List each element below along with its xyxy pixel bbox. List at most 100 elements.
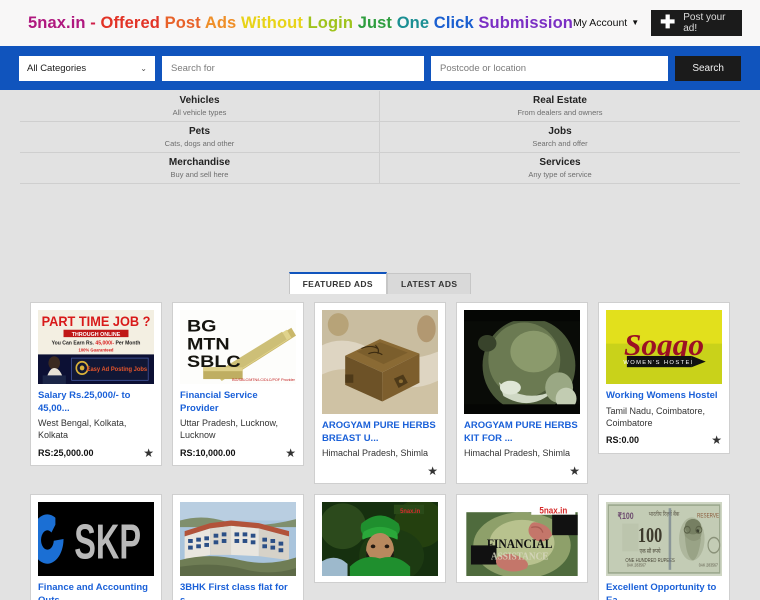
ad-title[interactable]: Salary Rs.25,000/- to 45,00... [38,390,154,415]
category-name: Merchandise [168,156,231,168]
ad-footer: ★ [464,464,580,477]
ad-price: RS:0.00 [606,435,640,446]
ad-location: Uttar Pradesh, Lucknow, Lucknow [180,418,279,441]
post-your-ad-label: Post your ad! [683,12,726,34]
tab-latest-ads[interactable]: LATEST ADS [387,273,472,294]
search-button[interactable]: Search [675,55,741,81]
header-actions: My Account ▼ ✚ Post your ad! [573,10,742,36]
post-your-ad-button[interactable]: ✚ Post your ad! [651,10,742,36]
site-title-part-1: - [85,13,101,32]
category-name: Services [539,156,581,168]
ad-title[interactable]: Finance and Accounting Outs... [38,582,154,600]
ad-title[interactable]: AROGYAM PURE HERBS BREAST U... [322,420,438,445]
ad-title[interactable]: 3BHK First class flat for s... [180,582,296,600]
chevron-down-icon: ▼ [631,18,640,27]
ad-thumbnail-hundred-rupee-note: ₹100 भारतीय रिज़र्व बैंक RESERVE 100 एक … [606,502,722,577]
svg-text:5nax.in: 5nax.in [539,505,567,515]
plus-icon: ✚ [660,12,676,32]
ad-location: Himachal Pradesh, Shimla [464,448,571,459]
ad-card[interactable]: SKP Finance and Accounting Outs...Mahara… [30,494,162,600]
category-name: Pets [188,125,211,137]
svg-text:Easy Ad Posting Jobs: Easy Ad Posting Jobs [87,367,148,373]
ad-card[interactable]: AROGYAM PURE HERBS KIT FOR ... Himachal P… [456,302,588,485]
category-subtitle: Buy and sell here [170,169,229,179]
ad-card[interactable]: AROGYAM PURE HERBS BREAST U... Himachal P… [314,302,446,485]
categories-section: Vehicles All vehicle types Real Estate From… [0,91,760,184]
category-cell-pets[interactable]: Pets Cats, dogs and other [20,122,380,153]
svg-text:RESERVE: RESERVE [697,513,719,520]
search-button-label: Search [692,62,724,74]
category-cell-merchandise[interactable]: Merchandise Buy and sell here [20,153,380,184]
ad-price: RS:10,000.00 [180,447,236,458]
svg-text:0AK 283567: 0AK 283567 [699,562,719,568]
ad-location: Tamil Nadu, Coimbatore, Coimbatore [606,405,706,428]
category-select[interactable]: All Categories ⌄ [19,55,155,81]
my-account-menu[interactable]: My Account ▼ [573,17,639,29]
ad-footer: RS:25,000.00 ★ [38,446,154,459]
ad-card[interactable]: ₹100 भारतीय रिज़र्व बैंक RESERVE 100 एक … [598,494,730,600]
category-name: Jobs [548,125,572,137]
svg-text:PART TIME JOB ?: PART TIME JOB ? [42,314,151,329]
svg-text:0AK 283567: 0AK 283567 [627,562,647,568]
ad-card[interactable]: PART TIME JOB ? THROUGH ONLINE You Can E… [30,302,162,467]
category-cell-jobs[interactable]: Jobs Search and offer [380,122,740,153]
search-bar: All Categories ⌄ Search for Postcode or … [0,46,760,90]
tab-label: FEATURED ADS [302,279,374,289]
ad-thumbnail-wooden-herb-box [322,310,438,414]
ad-card[interactable]: 5nax.in FINANCIAL ASSISTANCE [456,494,588,584]
star-icon[interactable]: ★ [427,465,438,477]
star-icon[interactable]: ★ [285,447,296,459]
ad-thumbnail-soggo-womens-hostel-logo: Soggo WOMEN'S HOSTEL [606,310,722,384]
star-icon[interactable]: ★ [143,447,154,459]
ad-location: Himachal Pradesh, Shimla [322,448,429,459]
ad-card[interactable]: Soggo WOMEN'S HOSTEL Working Womens Host… [598,302,730,454]
location-input[interactable]: Postcode or location [431,55,669,81]
site-title-part-6: Login [307,13,358,32]
ad-thumbnail-part-time-job-banner: PART TIME JOB ? THROUGH ONLINE You Can E… [38,310,154,384]
ad-thumbnail-dark-green-herb-photo [464,310,580,414]
svg-text:WOMEN'S HOSTEL: WOMEN'S HOSTEL [623,360,695,366]
ad-title[interactable]: Financial Service Provider [180,390,296,415]
category-cell-real-estate[interactable]: Real Estate From dealers and owners [380,91,740,122]
ads-grid: PART TIME JOB ? THROUGH ONLINE You Can E… [0,302,760,600]
site-title-part-4: Ads [204,13,241,32]
site-title-part-9: Click [433,13,479,32]
ads-tabs: FEATURED ADS LATEST ADS [0,272,760,294]
ad-card[interactable]: 3BHK First class flat for s...Tamil Nadu… [172,494,304,600]
chevron-down-icon: ⌄ [140,63,147,73]
category-subtitle: From dealers and owners [517,107,603,117]
category-subtitle: All vehicle types [172,107,227,117]
star-icon[interactable]: ★ [569,465,580,477]
ad-card[interactable]: BG MTN SBLC BG/SBLC/MTN/LC/DLC/POF Provi… [172,302,304,467]
my-account-label: My Account [572,17,628,29]
ad-card[interactable]: 5nax.in [314,494,446,584]
svg-text:₹100: ₹100 [618,511,634,521]
svg-text:THROUGH ONLINE: THROUGH ONLINE [72,332,121,338]
category-subtitle: Any type of service [528,169,592,179]
tab-featured-ads[interactable]: FEATURED ADS [288,272,388,294]
site-title-part-7: Just [357,13,397,32]
ad-title[interactable]: Working Womens Hostel [606,390,722,403]
ad-title[interactable]: AROGYAM PURE HERBS KIT FOR ... [464,420,580,445]
category-name: Vehicles [179,94,220,106]
site-title-part-5: Without [240,13,308,32]
category-name: Real Estate [533,94,587,106]
star-icon[interactable]: ★ [711,434,722,446]
tab-label: LATEST ADS [401,279,458,289]
svg-text:BG: BG [187,316,217,335]
svg-text:भारतीय रिज़र्व बैंक: भारतीय रिज़र्व बैंक [649,510,680,518]
location-input-placeholder: Postcode or location [440,62,527,74]
category-cell-services[interactable]: Services Any type of service [380,153,740,184]
site-title: 5nax.in - Offered Post Ads Without Login… [28,14,573,33]
site-title-part-0: 5nax.in [28,13,86,32]
search-input[interactable]: Search for [162,55,424,81]
ad-title[interactable]: Excellent Opportunity to Ea... [606,582,722,600]
category-cell-vehicles[interactable]: Vehicles All vehicle types [20,91,380,122]
svg-text:ASSISTANCE: ASSISTANCE [491,551,549,563]
svg-text:BG/SBLC/MTN/LC/DLC/POF Provide: BG/SBLC/MTN/LC/DLC/POF Provider [232,378,296,382]
site-title-part-3: Post [164,13,205,32]
ad-thumbnail-man-green-turban: 5nax.in [322,502,438,577]
svg-text:एक सौ रुपये: एक सौ रुपये [640,547,662,555]
svg-text:You Can Earn Rs. 45,000/- Per: You Can Earn Rs. 45,000/- Per Month [52,340,141,346]
svg-text:5nax.in: 5nax.in [400,508,420,515]
